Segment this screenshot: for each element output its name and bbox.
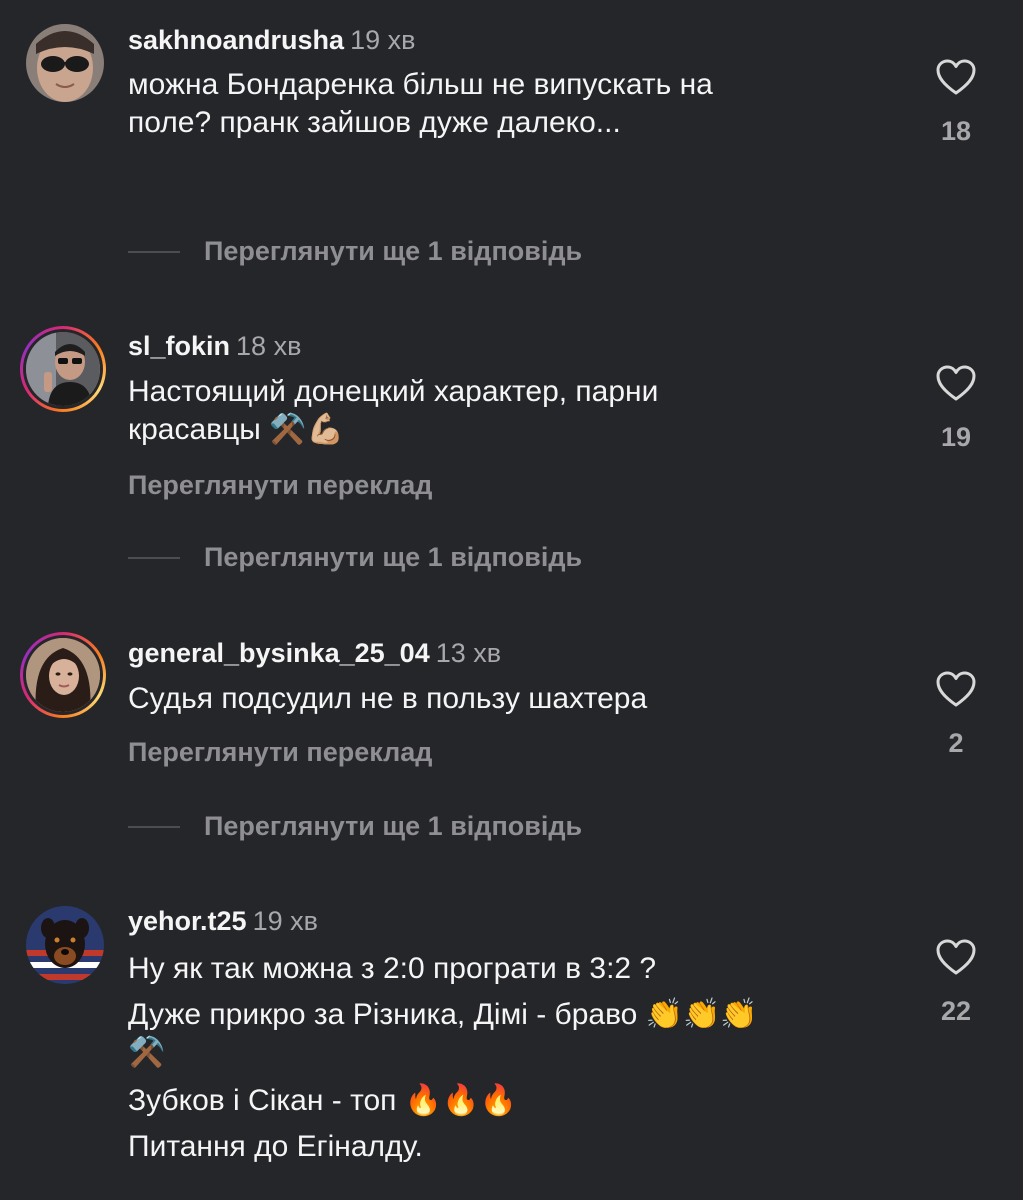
comment-text-line: Дуже прикро за Різника, Дімі - браво 👏👏👏: [128, 998, 758, 1031]
avatar[interactable]: [26, 24, 104, 102]
heart-outline-icon: [936, 671, 976, 707]
avatar-woman-dark-hair-icon: [26, 638, 100, 712]
like-button[interactable]: 19: [930, 364, 982, 453]
replies-divider: [128, 825, 180, 828]
timestamp: 18 хв: [236, 331, 302, 361]
replies-divider: [128, 250, 180, 253]
like-count: 2: [948, 728, 964, 758]
comment-meta: sakhnoandrusha 19 хв: [128, 24, 415, 56]
comment-text-line: можна Бондаренка більш не випускать на: [128, 68, 713, 101]
like-count: 18: [940, 116, 972, 146]
view-translation-button[interactable]: Переглянути переклад: [128, 737, 432, 768]
comment-text-line: поле? пранк зайшов дуже далеко...: [128, 106, 621, 139]
comment-text: можна Бондаренка більш не випускать на п…: [128, 66, 908, 142]
view-replies-button[interactable]: Переглянути ще 1 відповідь: [128, 811, 582, 843]
comment-text-line: Питання до Егіналду.: [128, 1130, 423, 1163]
comment-text-line: Ну як так можна з 2:0 програти в 3:2 ?: [128, 952, 657, 985]
timestamp: 19 хв: [350, 25, 416, 55]
username[interactable]: yehor.t25: [128, 906, 247, 936]
timestamp: 13 хв: [435, 638, 502, 668]
avatar-man-sunglasses-selfie-icon: [26, 332, 100, 406]
comment-text: Судья подсудил не в пользу шахтера: [128, 680, 908, 718]
comment-text-line: Зубков і Сікан - топ 🔥🔥🔥: [128, 1084, 517, 1117]
username[interactable]: general_bysinka_25_04: [128, 638, 430, 668]
avatar-story-ring[interactable]: [20, 632, 106, 718]
view-replies-button[interactable]: Переглянути ще 1 відповідь: [128, 542, 582, 574]
like-button[interactable]: 22: [930, 938, 982, 1027]
comment-meta: general_bysinka_25_04 13 хв: [128, 637, 501, 669]
like-button[interactable]: 18: [930, 58, 982, 147]
heart-outline-icon: [936, 939, 976, 975]
view-replies-label: Переглянути ще 1 відповідь: [204, 811, 583, 841]
comment-text: Ну як так можна з 2:0 програти в 3:2 ? Д…: [128, 950, 908, 1166]
comment-meta: sl_fokin 18 хв: [128, 330, 301, 362]
avatar-story-ring[interactable]: [20, 326, 106, 412]
view-replies-label: Переглянути ще 1 відповідь: [204, 542, 583, 572]
avatar[interactable]: [26, 906, 104, 984]
replies-divider: [128, 556, 180, 559]
comment-text-line: Судья подсудил не в пользу шахтера: [128, 682, 648, 715]
comment-text-line: ⚒️: [128, 1036, 166, 1069]
username[interactable]: sl_fokin: [128, 331, 230, 361]
comment-text-line: красавцы ⚒️💪🏼: [128, 413, 344, 446]
like-button[interactable]: 2: [930, 670, 982, 759]
comment-text-line: Настоящий донецкий характер, парни: [128, 375, 659, 408]
like-count: 19: [940, 422, 972, 452]
view-translation-button[interactable]: Переглянути переклад: [128, 470, 432, 501]
heart-outline-icon: [936, 365, 976, 401]
view-replies-button[interactable]: Переглянути ще 1 відповідь: [128, 236, 582, 268]
username[interactable]: sakhnoandrusha: [128, 25, 344, 55]
avatar-sunglasses-man-icon: [26, 24, 104, 102]
view-replies-label: Переглянути ще 1 відповідь: [204, 236, 583, 266]
comment-meta: yehor.t25 19 хв: [128, 905, 318, 937]
timestamp: 19 хв: [252, 906, 318, 936]
avatar-rottweiler-flag-icon: [26, 906, 104, 984]
comment-text: Настоящий донецкий характер, парни краса…: [128, 373, 908, 449]
like-count: 22: [940, 996, 972, 1026]
heart-outline-icon: [936, 59, 976, 95]
